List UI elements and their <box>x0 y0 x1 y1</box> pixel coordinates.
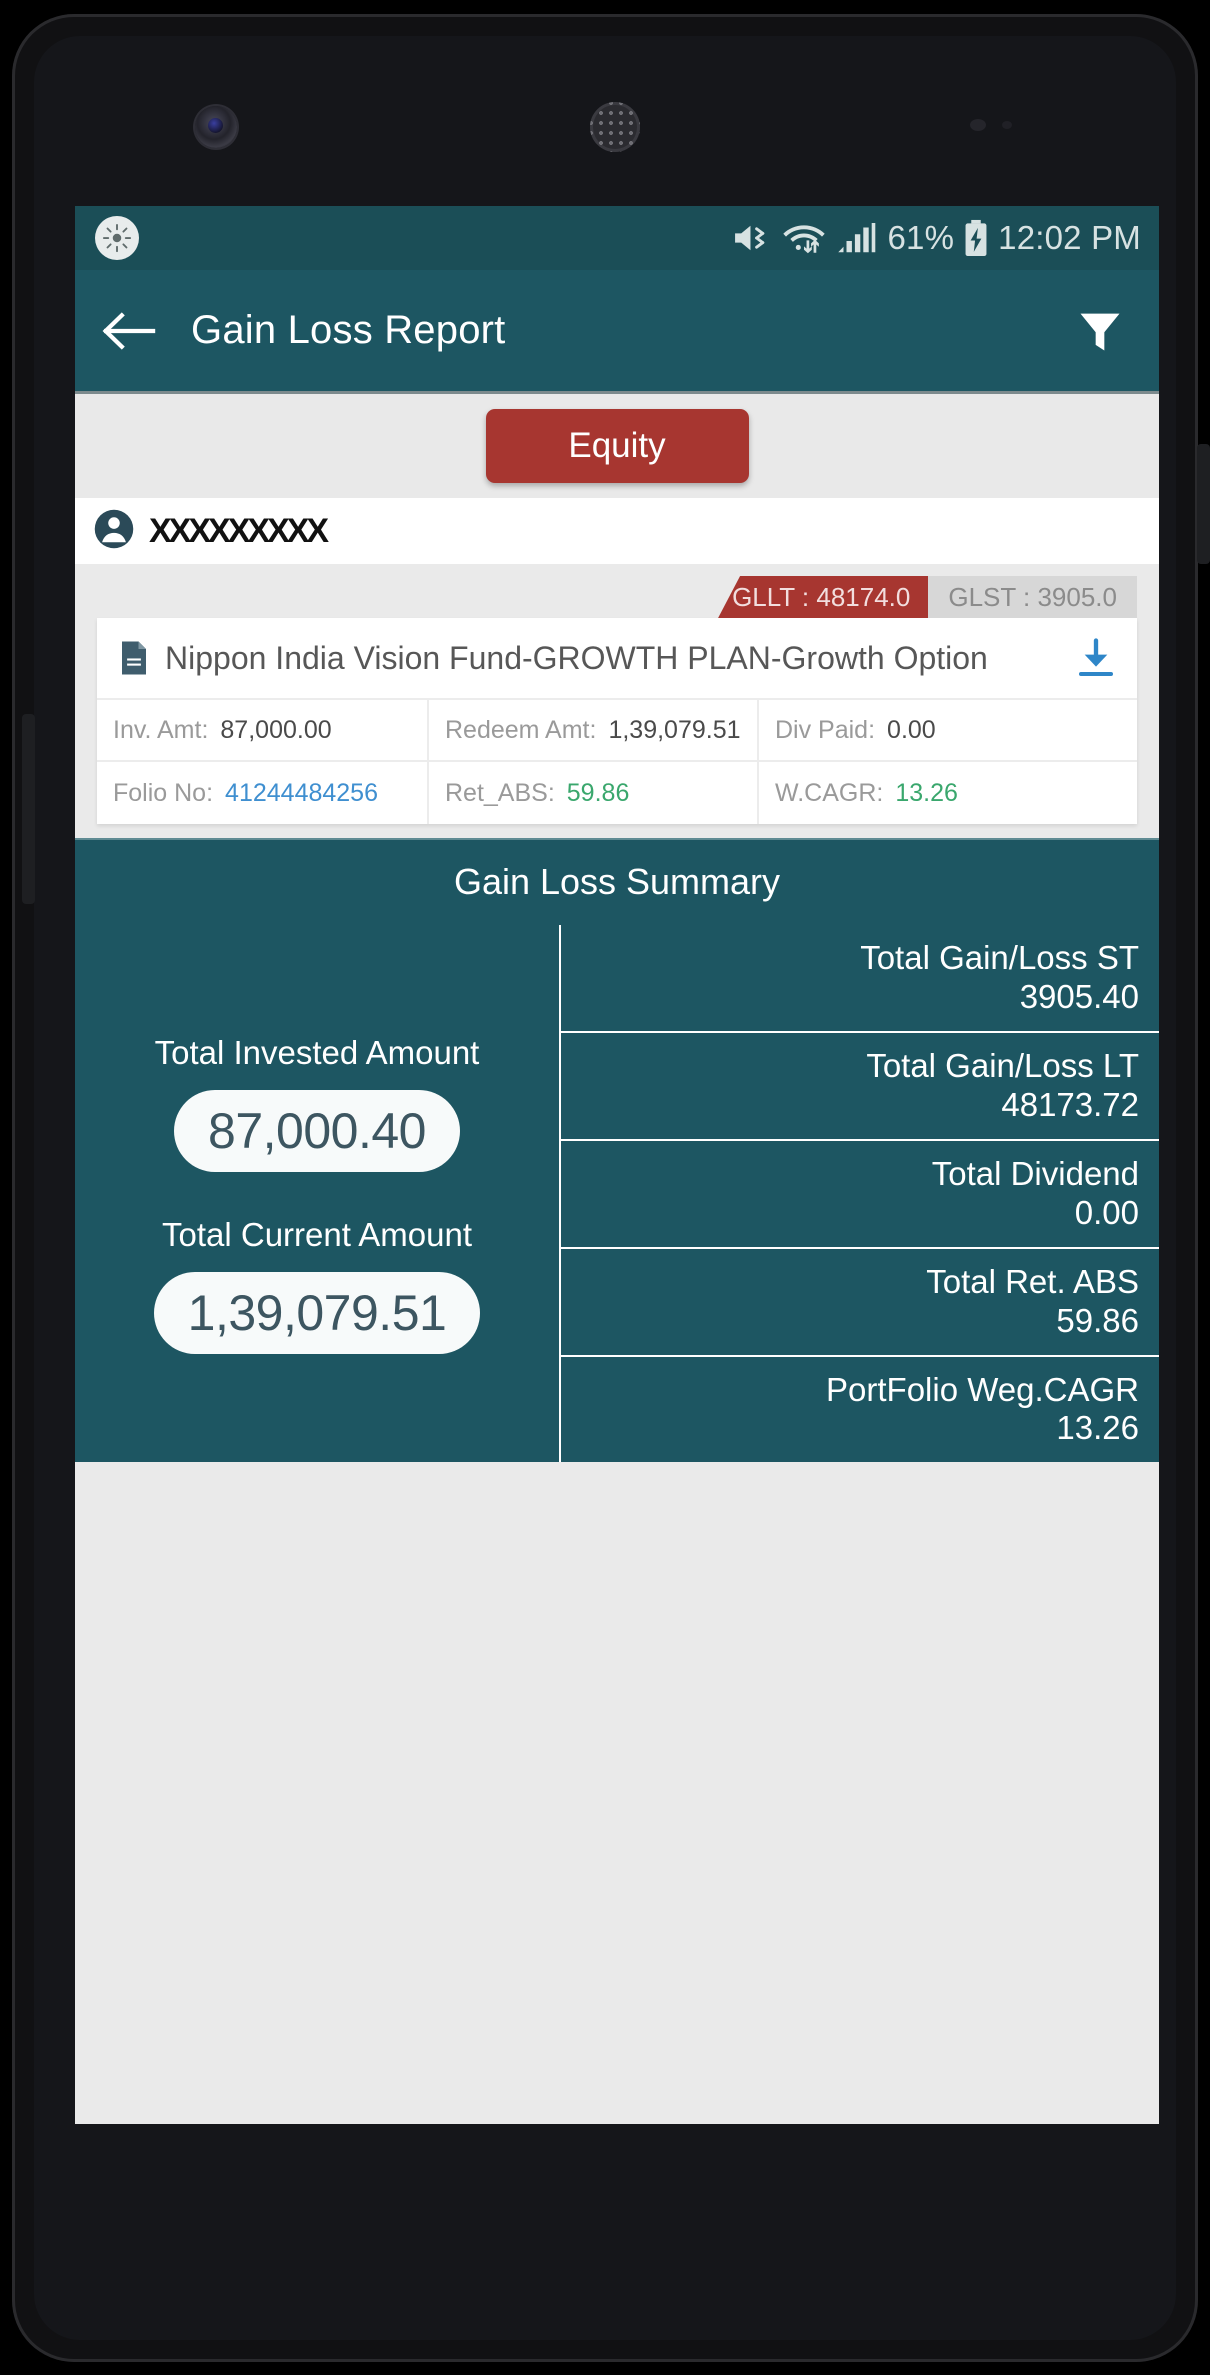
phone-frame: 61% 12:02 PM Gain Loss Report Equity XXX… <box>12 14 1210 2362</box>
total-invested-label: Total Invested Amount <box>154 1033 480 1071</box>
field-value: 0.00 <box>887 715 936 744</box>
cellular-signal-icon <box>836 221 878 255</box>
summary-title: Gain Loss Summary <box>75 838 1159 925</box>
summary-metric-total-dividend: Total Dividend 0.00 <box>561 1141 1159 1249</box>
field-w-cagr: W.CAGR: 13.26 <box>757 762 1137 824</box>
metric-label: Total Ret. ABS <box>926 1262 1139 1300</box>
field-value: 87,000.00 <box>220 715 332 744</box>
metric-label: PortFolio Weg.CAGR <box>826 1370 1139 1408</box>
page-title: Gain Loss Report <box>191 308 506 352</box>
field-label: W.CAGR: <box>775 778 884 807</box>
proximity-sensor-icon <box>970 119 986 131</box>
empty-content-area <box>75 1462 1159 1933</box>
total-invested-value: 87,000.40 <box>174 1089 460 1172</box>
field-div-paid: Div Paid: 0.00 <box>757 700 1137 760</box>
field-value: 1,39,079.51 <box>608 715 741 744</box>
metric-label: Total Dividend <box>931 1154 1139 1192</box>
badge-gain-loss-short-term[interactable]: GLST : 3905.0 <box>928 576 1137 618</box>
summary-metric-gain-loss-lt: Total Gain/Loss LT 48173.72 <box>561 1033 1159 1141</box>
fund-card-region: GLLT : 48174.0 GLST : 3905.0 Nippon Indi… <box>75 564 1159 838</box>
wifi-transfer-icon <box>781 220 827 256</box>
power-button[interactable] <box>1197 444 1210 564</box>
field-label: Div Paid: <box>775 715 876 744</box>
fund-name: Nippon India Vision Fund-GROWTH PLAN-Gro… <box>165 639 988 676</box>
summary-body: Total Invested Amount 87,000.40 Total Cu… <box>75 925 1159 1463</box>
summary-left-column: Total Invested Amount 87,000.40 Total Cu… <box>75 925 561 1463</box>
filter-icon[interactable] <box>1071 302 1129 360</box>
field-folio-no: Folio No: 41244484256 <box>97 762 427 824</box>
brightness-icon[interactable] <box>95 216 139 260</box>
field-inv-amt: Inv. Amt: 87,000.00 <box>97 700 427 760</box>
field-value[interactable]: 41244484256 <box>225 779 378 808</box>
clock-label: 12:02 PM <box>998 219 1141 256</box>
light-sensor-icon <box>1002 121 1012 129</box>
app-bar: Gain Loss Report <box>75 270 1159 394</box>
field-label: Redeem Amt: <box>445 715 597 744</box>
field-label: Folio No: <box>113 778 214 807</box>
field-label: Inv. Amt: <box>113 715 209 744</box>
metric-value: 48173.72 <box>1001 1085 1139 1123</box>
metric-value: 3905.40 <box>1019 977 1139 1015</box>
back-arrow-icon[interactable] <box>99 300 161 362</box>
field-ret-abs: Ret_ABS: 59.86 <box>427 762 757 824</box>
field-value: 59.86 <box>566 778 630 807</box>
summary-right-column: Total Gain/Loss ST 3905.40 Total Gain/Lo… <box>561 925 1159 1462</box>
summary-metric-total-ret-abs: Total Ret. ABS 59.86 <box>561 1249 1159 1357</box>
tab-equity[interactable]: Equity <box>485 409 749 483</box>
gain-loss-badge-row: GLLT : 48174.0 GLST : 3905.0 <box>75 576 1159 618</box>
earpiece-speaker-icon <box>590 102 640 152</box>
download-icon[interactable] <box>1077 638 1115 678</box>
status-bar-left <box>95 216 139 260</box>
investor-row[interactable]: XXXXXXXXX <box>75 498 1159 564</box>
status-bar: 61% 12:02 PM <box>75 206 1159 270</box>
field-redeem-amt: Redeem Amt: 1,39,079.51 <box>427 700 757 760</box>
fund-card: Nippon India Vision Fund-GROWTH PLAN-Gro… <box>97 618 1137 824</box>
volume-button[interactable] <box>22 714 35 904</box>
fund-detail-row: Folio No: 41244484256 Ret_ABS: 59.86 W.C… <box>97 762 1137 824</box>
person-avatar-icon <box>93 508 135 555</box>
total-current-label: Total Current Amount <box>162 1215 472 1253</box>
front-camera-icon <box>195 106 237 148</box>
investor-name: XXXXXXXXX <box>149 511 329 550</box>
category-tab-strip: Equity <box>75 394 1159 498</box>
summary-metric-gain-loss-st: Total Gain/Loss ST 3905.40 <box>561 925 1159 1033</box>
status-bar-right: 61% 12:02 PM <box>732 219 1141 257</box>
metric-value: 59.86 <box>1056 1301 1139 1339</box>
total-current-value: 1,39,079.51 <box>153 1271 481 1354</box>
battery-charging-icon <box>963 219 989 257</box>
fund-title-row[interactable]: Nippon India Vision Fund-GROWTH PLAN-Gro… <box>97 618 1137 700</box>
metric-label: Total Gain/Loss LT <box>866 1046 1139 1084</box>
volume-mute-icon <box>732 221 772 255</box>
metric-value: 13.26 <box>1056 1409 1139 1447</box>
metric-label: Total Gain/Loss ST <box>860 939 1139 976</box>
badge-gain-loss-long-term[interactable]: GLLT : 48174.0 <box>718 576 929 618</box>
field-label: Ret_ABS: <box>445 778 555 807</box>
metric-value: 0.00 <box>1074 1193 1139 1231</box>
battery-percent-label: 61% <box>887 219 955 256</box>
summary-metric-portfolio-weg-cagr: PortFolio Weg.CAGR 13.26 <box>561 1357 1159 1463</box>
field-value: 13.26 <box>895 778 958 807</box>
fund-detail-row: Inv. Amt: 87,000.00 Redeem Amt: 1,39,079… <box>97 700 1137 762</box>
document-icon <box>119 640 149 676</box>
phone-screen: 61% 12:02 PM Gain Loss Report Equity XXX… <box>75 206 1159 2124</box>
